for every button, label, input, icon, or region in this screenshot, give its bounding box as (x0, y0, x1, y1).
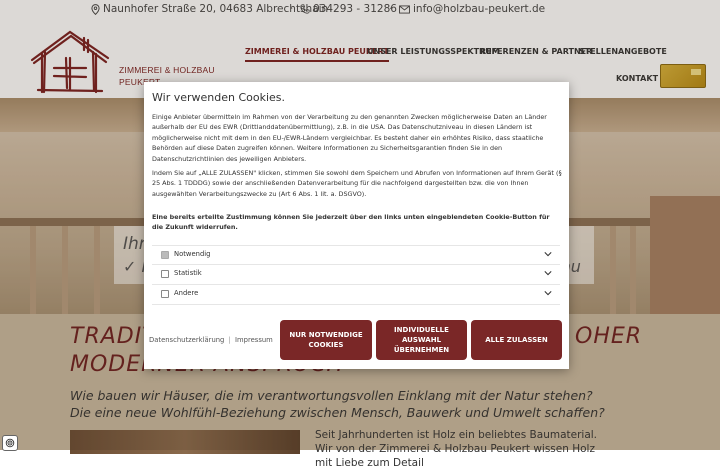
category-label: Notwendig (174, 250, 211, 258)
necessary-cookies-button[interactable]: NUR NOTWENDIGE COOKIES (280, 320, 372, 360)
fingerprint-icon (5, 438, 15, 448)
cookie-category-statistics[interactable]: Statistik (152, 264, 560, 284)
custom-selection-button[interactable]: INDIVIDUELLE AUSWAHL ÜBERNEHMEN (376, 320, 467, 360)
imprint-link[interactable]: Impressum (235, 336, 273, 344)
accept-all-button[interactable]: ALLE ZULASSEN (471, 320, 562, 360)
link-separator: | (228, 336, 231, 344)
cookie-text-revoke: Eine bereits erteilte Zustimmung können … (152, 213, 550, 232)
cookie-category-other[interactable]: Andere (152, 284, 560, 305)
cookie-dialog-title: Wir verwenden Cookies. (152, 91, 286, 104)
chevron-down-icon[interactable] (544, 269, 552, 277)
cookie-text-consent: Indem Sie auf „ALLE ZULASSEN" klicken, s… (152, 169, 562, 198)
button-label-line: INDIVIDUELLE (394, 326, 449, 334)
button-label-line: NUR NOTWENDIGE (289, 331, 363, 339)
cookie-footer-links: Datenschutzerklärung | Impressum (149, 336, 273, 344)
button-label-line: COOKIES (308, 341, 344, 349)
checkbox-necessary (161, 251, 169, 259)
category-label: Statistik (174, 269, 202, 277)
cookie-consent-dialog: Wir verwenden Cookies. Einige Anbieter ü… (144, 82, 569, 369)
checkbox-statistics[interactable] (161, 270, 169, 278)
chevron-down-icon[interactable] (544, 250, 552, 258)
button-label-line: ÜBERNEHMEN (393, 346, 450, 354)
chevron-down-icon[interactable] (544, 289, 552, 297)
button-label-line: AUSWAHL (401, 336, 442, 344)
category-label: Andere (174, 289, 199, 297)
cookie-text-transfer: Einige Anbieter übermitteln im Rahmen vo… (152, 113, 547, 163)
cookie-settings-button[interactable] (2, 435, 18, 451)
checkbox-other[interactable] (161, 290, 169, 298)
cookie-category-necessary[interactable]: Notwendig (152, 245, 560, 265)
privacy-policy-link[interactable]: Datenschutzerklärung (149, 336, 224, 344)
